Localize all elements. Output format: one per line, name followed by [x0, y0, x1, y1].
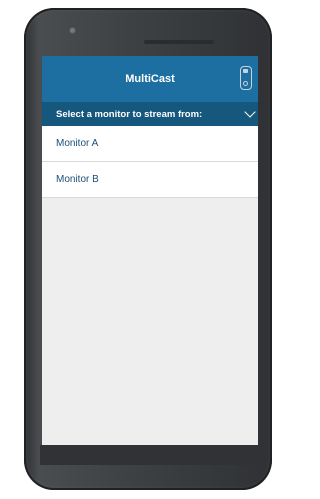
monitor-item-a[interactable]: Monitor A [42, 126, 258, 162]
app-screen: MultiCast Select a monitor to stream fro… [42, 56, 258, 445]
empty-content-area [42, 198, 258, 445]
monitor-item-b[interactable]: Monitor B [42, 162, 258, 198]
device-indicator [243, 69, 248, 73]
monitor-selector-label: Select a monitor to stream from: [56, 108, 203, 120]
monitor-item-label: Monitor A [56, 138, 99, 149]
monitor-selector-dropdown[interactable]: Select a monitor to stream from: [42, 102, 258, 126]
earpiece-speaker [144, 40, 214, 44]
phone-bottom-bezel [40, 445, 258, 465]
front-camera-icon [70, 28, 75, 33]
phone-device-icon[interactable] [240, 66, 252, 90]
chevron-down-icon[interactable] [244, 106, 256, 118]
device-ring [243, 81, 248, 86]
app-title: MultiCast [125, 73, 175, 85]
monitor-item-label: Monitor B [56, 174, 99, 185]
monitor-list: Monitor A Monitor B [42, 126, 258, 198]
app-header: MultiCast [42, 56, 258, 102]
